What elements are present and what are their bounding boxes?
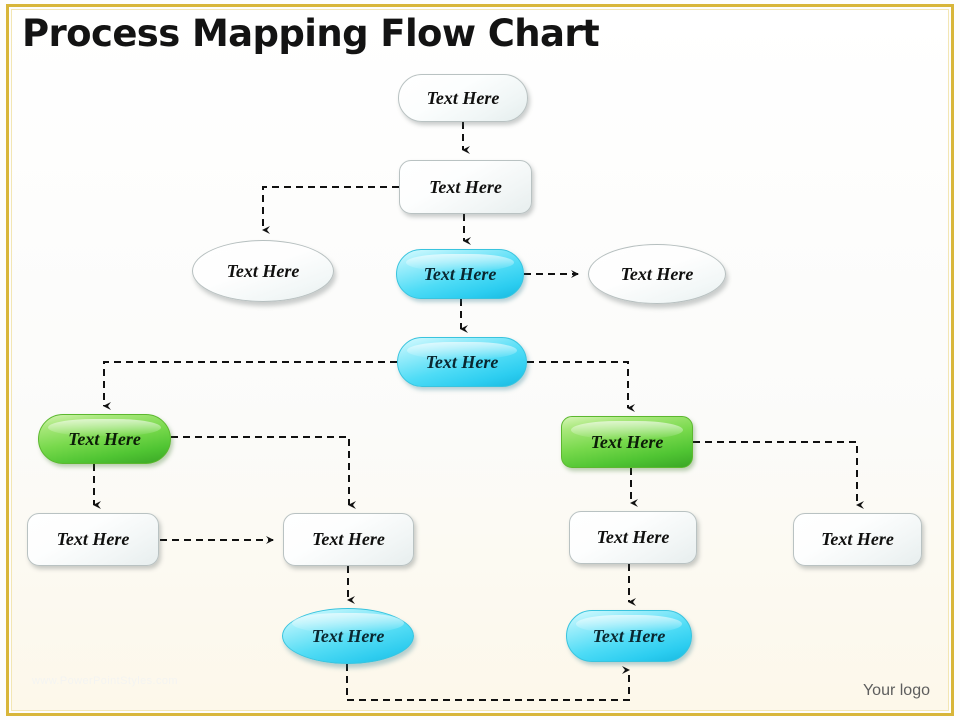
connector-n6-to-n7 xyxy=(103,361,397,410)
flow-node-label: Text Here xyxy=(423,263,497,284)
connector-n7-to-n10 xyxy=(171,436,356,509)
flow-node-n12[interactable]: Text Here xyxy=(793,513,922,566)
flow-node-n10[interactable]: Text Here xyxy=(283,513,414,566)
logo-placeholder: Your logo xyxy=(862,682,930,699)
connector-n13-to-n14 xyxy=(346,664,630,701)
flow-node-label: Text Here xyxy=(311,625,385,646)
flow-node-label: Text Here xyxy=(596,527,670,547)
flow-node-n1[interactable]: Text Here xyxy=(398,74,528,122)
flow-node-n13[interactable]: Text Here xyxy=(282,608,414,664)
flow-node-n3[interactable]: Text Here xyxy=(192,240,334,302)
connector-n6-to-n8 xyxy=(527,361,635,412)
flow-node-n5[interactable]: Text Here xyxy=(588,244,726,304)
flow-node-n4[interactable]: Text Here xyxy=(396,249,524,299)
slide-canvas: Process Mapping Flow Chart Text Here Text… xyxy=(0,0,960,720)
flow-node-label: Text Here xyxy=(56,529,130,549)
connector-n8-to-n12 xyxy=(693,441,864,509)
flow-node-n8[interactable]: Text Here xyxy=(561,416,693,468)
flow-node-label: Text Here xyxy=(426,87,500,108)
watermark-text: www.PowerPointStyles.com xyxy=(32,675,178,687)
flow-node-label: Text Here xyxy=(425,351,499,372)
flow-node-label: Text Here xyxy=(68,428,141,449)
flow-node-n14[interactable]: Text Here xyxy=(566,610,692,662)
flow-node-n7[interactable]: Text Here xyxy=(38,414,171,464)
connector-n2-to-n3 xyxy=(262,186,399,234)
flow-node-label: Text Here xyxy=(821,529,894,549)
flow-node-label: Text Here xyxy=(226,260,300,281)
flow-node-label: Text Here xyxy=(590,431,664,452)
flow-node-label: Text Here xyxy=(592,625,666,646)
flow-node-n9[interactable]: Text Here xyxy=(27,513,159,566)
flow-node-n11[interactable]: Text Here xyxy=(569,511,697,564)
flow-node-label: Text Here xyxy=(429,176,502,197)
flow-node-label: Text Here xyxy=(312,529,385,549)
flow-node-label: Text Here xyxy=(620,263,694,284)
flow-node-n6[interactable]: Text Here xyxy=(397,337,527,387)
flow-node-n2[interactable]: Text Here xyxy=(399,160,532,214)
